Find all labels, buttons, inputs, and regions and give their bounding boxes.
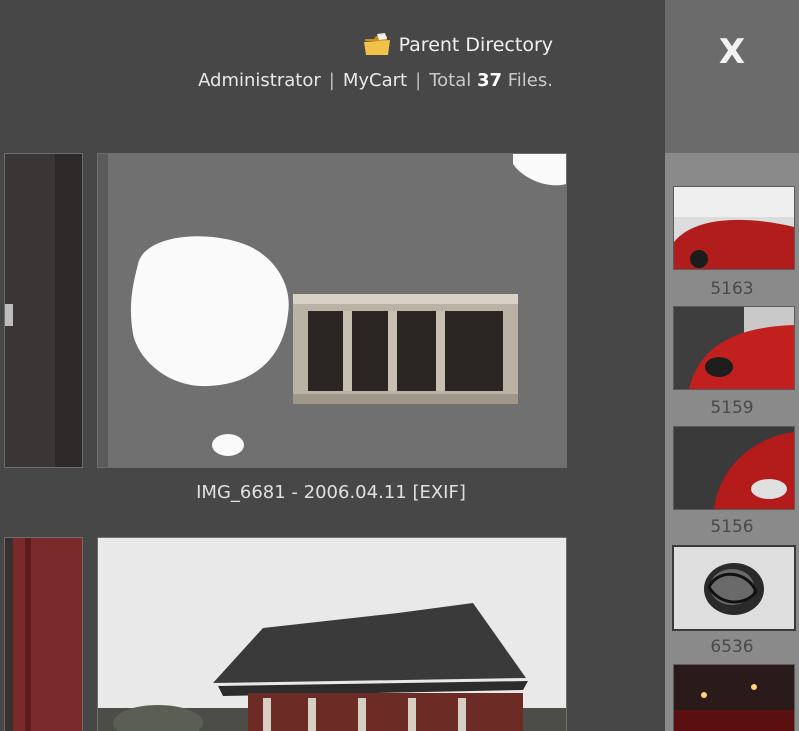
header-info: Administrator | MyCart | Total 37 Files.	[198, 70, 553, 91]
parent-directory-label: Parent Directory	[398, 34, 553, 56]
thumbnail-image	[674, 427, 794, 509]
thumbnail-image	[674, 547, 794, 629]
total-prefix: Total	[429, 70, 472, 91]
thumbnail-label: 5159	[710, 398, 754, 418]
total-count: 37	[476, 70, 503, 91]
thumbnail-item-selected[interactable]	[672, 545, 796, 631]
thumbnail-item[interactable]	[673, 186, 795, 270]
divider: |	[328, 70, 335, 91]
parent-directory-link[interactable]: Parent Directory	[363, 33, 553, 56]
thumbnail-label: 6536	[710, 637, 754, 657]
exif-link[interactable]: [EXIF]	[412, 482, 465, 503]
previous-photo[interactable]	[4, 153, 83, 468]
thumbnail-image	[674, 665, 794, 731]
thumbnail-image	[674, 187, 794, 269]
thumbnail-item[interactable]	[673, 426, 795, 510]
viewer-main: Parent Directory Administrator | MyCart | To…	[0, 0, 665, 731]
previous-photo-2[interactable]	[4, 537, 83, 731]
folder-icon	[363, 33, 390, 55]
photo-caption-text: IMG_6681 - 2006.04.11	[196, 482, 407, 503]
thumbnail-label: 5163	[710, 279, 754, 299]
current-photo-image	[98, 154, 566, 467]
user-link[interactable]: Administrator	[198, 70, 321, 91]
mycart-link[interactable]: MyCart	[343, 70, 407, 91]
next-photo-image	[98, 538, 566, 731]
close-icon: X	[718, 32, 746, 72]
thumbnail-image	[674, 307, 794, 389]
total-suffix: Files.	[507, 70, 553, 91]
thumbnail-item[interactable]	[673, 306, 795, 390]
divider: |	[415, 70, 422, 91]
previous-photo-2-image	[5, 538, 82, 731]
thumbnail-item[interactable]	[673, 664, 795, 731]
previous-photo-image	[5, 154, 82, 467]
photo-caption: IMG_6681 - 2006.04.11 [EXIF]	[97, 482, 565, 503]
current-photo[interactable]	[97, 153, 567, 468]
sidebar-header: X	[665, 0, 799, 153]
next-photo[interactable]	[97, 537, 567, 731]
close-button[interactable]: X	[710, 30, 754, 74]
thumbnail-label: 5156	[710, 517, 754, 537]
thumbnail-sidebar: X 5163 5159 5156 6536	[665, 0, 799, 731]
